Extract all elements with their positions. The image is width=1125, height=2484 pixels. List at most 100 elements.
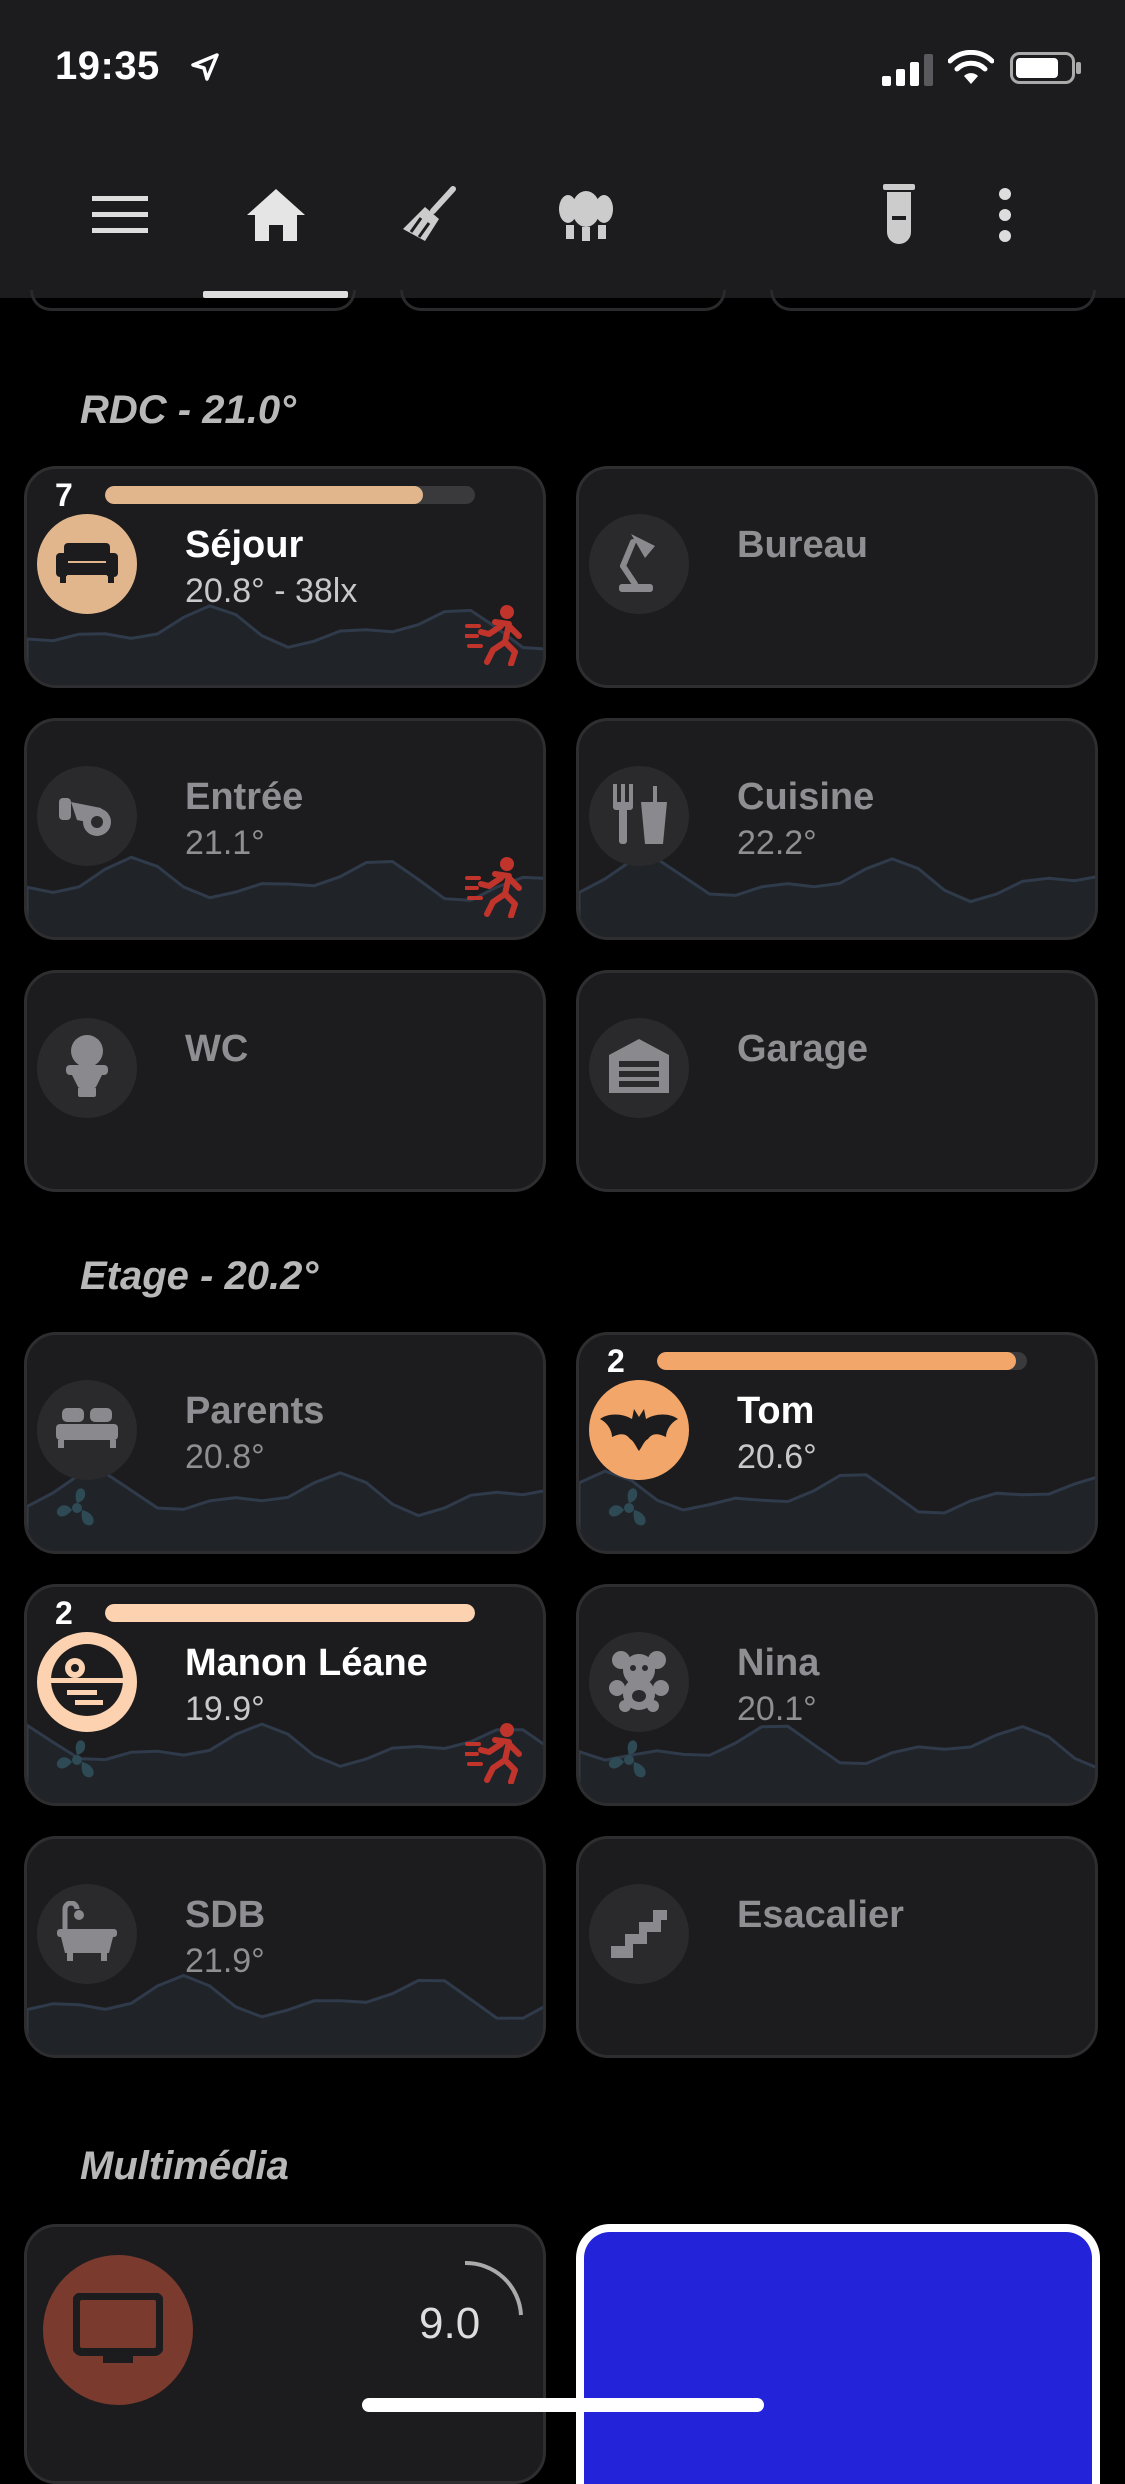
- room-name: Parents: [185, 1390, 325, 1432]
- test-button[interactable]: [854, 170, 944, 260]
- brightness-bar-fill: [657, 1352, 1016, 1370]
- room-name: SDB: [185, 1894, 266, 1936]
- lighting-icon: [559, 191, 613, 241]
- room-icon-button[interactable]: [589, 1632, 689, 1732]
- room-icon-button[interactable]: [37, 766, 137, 866]
- tab-lighting[interactable]: [541, 170, 631, 260]
- room-name: Garage: [737, 1028, 868, 1070]
- room-card[interactable]: WC: [24, 970, 546, 1192]
- wifi-icon: [948, 50, 994, 84]
- sofa-icon: [56, 541, 118, 588]
- room-name: Cuisine: [737, 776, 875, 818]
- bathtub-icon: [55, 1900, 119, 1968]
- section-title-etage: Etage - 20.2°: [80, 1254, 319, 1298]
- battery-icon: [1010, 52, 1081, 84]
- room-icon-button[interactable]: [589, 1884, 689, 1984]
- brightness-bar[interactable]: [657, 1352, 1027, 1370]
- stairs-icon: [609, 1904, 669, 1965]
- room-name: Entrée: [185, 776, 304, 818]
- tv-card[interactable]: 9.0: [24, 2224, 546, 2484]
- test-tube-icon: [883, 184, 915, 244]
- room-icon-button[interactable]: [37, 1884, 137, 1984]
- room-card[interactable]: Bureau: [576, 466, 1098, 688]
- menu-button[interactable]: [75, 170, 165, 260]
- garage-icon: [607, 1037, 671, 1100]
- room-icon-button[interactable]: [589, 1380, 689, 1480]
- room-name: Séjour: [185, 524, 304, 566]
- room-card[interactable]: Nina 20.1°: [576, 1584, 1098, 1806]
- status-time: 19:35: [55, 44, 160, 88]
- motion-detected-icon: [463, 1722, 525, 1789]
- section-title-rdc: RDC - 21.0°: [80, 388, 297, 432]
- bat-icon: [598, 1403, 680, 1458]
- section-title-multimedia: Multimédia: [80, 2144, 289, 2188]
- lights-on-count: 7: [55, 477, 73, 513]
- room-name: WC: [185, 1028, 249, 1070]
- brightness-bar[interactable]: [105, 486, 475, 504]
- fan-icon: [51, 1734, 103, 1791]
- toilet-icon: [62, 1033, 112, 1104]
- room-details: 20.8°: [185, 1438, 265, 1476]
- room-card[interactable]: Manon Léane 19.9° 2: [24, 1584, 546, 1806]
- motion-detected-icon: [463, 604, 525, 671]
- room-icon-button[interactable]: [589, 766, 689, 866]
- lights-on-count: 2: [55, 1595, 73, 1631]
- food-drink-icon: [609, 782, 669, 851]
- tab-home[interactable]: [231, 170, 321, 260]
- home-indicator[interactable]: [362, 2398, 764, 2412]
- room-details: 20.1°: [737, 1690, 817, 1728]
- room-icon-button[interactable]: [589, 1018, 689, 1118]
- room-icon-button[interactable]: [37, 514, 137, 614]
- room-card[interactable]: Entrée 21.1°: [24, 718, 546, 940]
- fan-icon: [603, 1734, 655, 1791]
- room-card[interactable]: Tom 20.6° 2: [576, 1332, 1098, 1554]
- room-details: 20.8° - 38lx: [185, 572, 358, 610]
- cellular-signal-icon: [882, 54, 933, 86]
- room-card[interactable]: Parents 20.8°: [24, 1332, 546, 1554]
- broom-icon: [403, 186, 456, 241]
- room-details: 21.9°: [185, 1942, 265, 1980]
- room-card[interactable]: Esacalier: [576, 1836, 1098, 2058]
- tab-cleaning[interactable]: [384, 170, 474, 260]
- top-app-bar: 19:35: [0, 0, 1125, 298]
- scrolled-card-edge: [400, 290, 726, 311]
- room-card[interactable]: Séjour 20.8° - 38lx 7: [24, 466, 546, 688]
- coat-hanger-icon: [57, 786, 117, 847]
- room-icon-button[interactable]: [37, 1380, 137, 1480]
- bed-icon: [54, 1406, 120, 1455]
- room-card[interactable]: SDB 21.9°: [24, 1836, 546, 2058]
- brightness-bar-fill: [105, 1604, 475, 1622]
- scrolled-card-edge: [770, 290, 1096, 311]
- location-arrow-icon: [191, 53, 219, 81]
- room-card[interactable]: Garage: [576, 970, 1098, 1192]
- room-details: 20.6°: [737, 1438, 817, 1476]
- room-icon-button[interactable]: [37, 1018, 137, 1118]
- media-player-card[interactable]: [576, 2224, 1100, 2484]
- room-name: Nina: [737, 1642, 820, 1684]
- tv-button[interactable]: [43, 2255, 193, 2405]
- scrolled-card-edge: [30, 290, 356, 311]
- home-icon: [247, 189, 305, 241]
- room-name: Bureau: [737, 524, 868, 566]
- room-name: Manon Léane: [185, 1642, 428, 1684]
- room-name: Esacalier: [737, 1894, 904, 1936]
- room-card[interactable]: Cuisine 22.2°: [576, 718, 1098, 940]
- overflow-menu-button[interactable]: [960, 170, 1050, 260]
- brightness-bar[interactable]: [105, 1604, 475, 1622]
- fan-icon: [603, 1482, 655, 1539]
- room-details: 19.9°: [185, 1690, 265, 1728]
- volume-gauge: [464, 2260, 523, 2316]
- brightness-bar-fill: [105, 486, 424, 504]
- more-vert-icon: [999, 188, 1011, 242]
- motion-detected-icon: [463, 856, 525, 923]
- room-icon-button[interactable]: [37, 1632, 137, 1732]
- room-icon-button[interactable]: [589, 514, 689, 614]
- death-star-icon: [47, 1640, 127, 1725]
- room-name: Tom: [737, 1390, 815, 1432]
- menu-icon: [92, 196, 148, 233]
- fan-icon: [51, 1482, 103, 1539]
- teddy-bear-icon: [607, 1648, 671, 1717]
- room-details: 21.1°: [185, 824, 265, 862]
- room-details: 22.2°: [737, 824, 817, 862]
- desk-lamp-icon: [611, 530, 667, 599]
